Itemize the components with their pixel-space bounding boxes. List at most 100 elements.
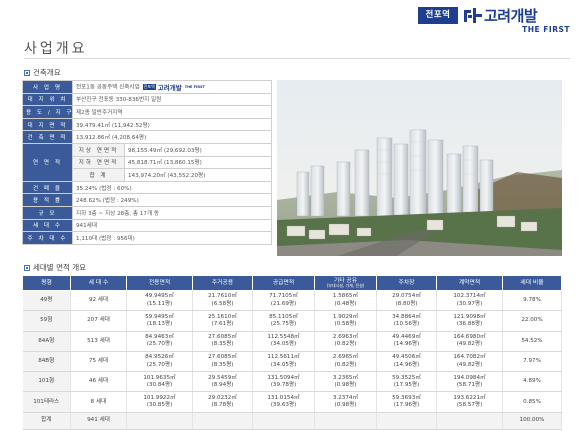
- area-cell: 49.9495㎡ (15.11평): [126, 290, 193, 312]
- overview-value: 941세대: [72, 218, 272, 233]
- unit-type-cell: 84B형: [22, 351, 71, 373]
- overview-row: 주 차 대 수 1,110대 (법정 : 956대): [22, 231, 272, 245]
- overview-value: 143,974.20㎡ (43,552.20평): [124, 168, 272, 182]
- area-cell: 59.3525㎡ (17.95평): [376, 371, 437, 393]
- units-section-label: 세대별 면적 개요: [24, 262, 86, 273]
- area-sqm: 59.3525㎡: [392, 374, 421, 381]
- area-sqm: 49.4506㎡: [392, 354, 421, 361]
- overview-row: 대 지 위 치 부산진구 전포동 330-836번지 일원: [22, 92, 272, 107]
- area-pyeong: (8.94평): [211, 381, 234, 388]
- area-pyeong: (18.13평): [146, 320, 173, 327]
- area-cell: 194.0984㎡ (58.71평): [436, 371, 503, 393]
- area-pyeong: (8.35평): [211, 361, 234, 368]
- empty-cell: [314, 412, 377, 430]
- complex-rendering-image: [277, 80, 562, 256]
- overview-key: 용 적 률: [22, 193, 73, 207]
- overview-value: 부산진구 전포동 330-836번지 일원: [72, 92, 272, 107]
- area-sqm: 29.5459㎡: [208, 374, 237, 381]
- unit-area-table: 평형 세 대 수 전용면적 주거공용 공급면적 기타 공유 (부대시설, 기계, …: [22, 275, 562, 430]
- area-cell: 59.3693㎡ (17.96평): [376, 391, 437, 413]
- overview-subkey: 합 계: [72, 168, 125, 182]
- unit-type-cell: 49평: [22, 290, 71, 312]
- area-sqm: 102.3714㎡: [453, 293, 486, 300]
- area-sqm: 21.7610㎡: [208, 293, 237, 300]
- overview-key: 규 모: [22, 205, 73, 220]
- area-cell: 59.9495㎡ (18.13평): [126, 310, 193, 332]
- overview-key: 대 지 면 적: [22, 117, 73, 132]
- column-header: 계약면적: [436, 275, 503, 291]
- total-label-cell: 합계: [22, 412, 71, 430]
- unit-ratio-cell: 54.52%: [502, 331, 562, 352]
- table-row: 84A형 513 세대 84.9463㎡ (25.70평) 27.6085㎡ (8.35평…: [22, 331, 562, 352]
- area-cell: 84.9463㎡ (25.70평): [126, 331, 193, 352]
- area-sqm: 85.1105㎡: [269, 313, 298, 320]
- table-row: 101형 46 세대 101.9635㎡ (30.84평) 29.5459㎡ (8.94평…: [22, 371, 562, 393]
- overview-value: 13,912.86㎡ (4,208.64평): [72, 130, 272, 144]
- bullet-square-icon: [24, 264, 30, 271]
- brand-mark-icon: [464, 8, 482, 23]
- area-pyeong: (30.84평): [146, 381, 173, 388]
- area-cell: 101.9922㎡ (30.85평): [126, 391, 193, 413]
- area-sqm: 194.0984㎡: [453, 374, 486, 381]
- column-header: 기타 공유 (부대시설, 기계, 전실): [314, 275, 377, 291]
- area-pyeong: (0.82평): [334, 341, 357, 348]
- mini-logo: 전포역 고려개발 THE FIRST: [142, 82, 205, 92]
- area-pyeong: (34.05평): [270, 361, 297, 368]
- overview-row: 건 축 면 적 13,912.86㎡ (4,208.64평): [22, 130, 272, 144]
- area-pyeong: (0.82평): [334, 361, 357, 368]
- column-header-sub: (부대시설, 기계, 전실): [326, 282, 365, 288]
- area-sqm: 29.0754㎡: [392, 293, 421, 300]
- empty-cell: [126, 412, 193, 430]
- area-cell: 29.5459㎡ (8.94평): [192, 371, 253, 393]
- area-cell: 85.1105㎡ (25.75평): [252, 310, 315, 332]
- title-divider: [24, 58, 570, 59]
- column-header: 세대 비율: [502, 275, 562, 291]
- units-section-text: 세대별 면적 개요: [33, 263, 87, 272]
- area-cell: 27.6085㎡ (8.35평): [192, 331, 253, 352]
- area-pyeong: (49.82평): [456, 341, 483, 348]
- area-sqm: 131.5094㎡: [267, 374, 300, 381]
- empty-cell: [252, 412, 315, 430]
- area-sqm: 49.9495㎡: [145, 293, 174, 300]
- total-ratio-cell: 100.00%: [502, 412, 562, 430]
- table-row: 84B형 75 세대 84.9526㎡ (25.70평) 27.6085㎡ (8.35평)…: [22, 351, 562, 373]
- overview-key: 주 차 대 수: [22, 231, 73, 245]
- overview-row: 용 적 률 248.62% (법정 : 249%): [22, 193, 272, 207]
- area-cell: 84.9526㎡ (25.70평): [126, 351, 193, 373]
- overview-key: 건 폐 율: [22, 180, 73, 195]
- area-cell: 193.6221㎡ (58.57평): [436, 391, 503, 413]
- area-pyeong: (7.61평): [211, 320, 234, 327]
- unit-count-cell: 8 세대: [70, 391, 127, 413]
- area-pyeong: (15.11평): [146, 300, 173, 307]
- area-cell: 3.2365㎡ (0.98평): [314, 371, 377, 393]
- area-cell: 131.5094㎡ (39.78평): [252, 371, 315, 393]
- mini-logo-name: 고려개발: [157, 83, 182, 92]
- area-pyeong: (30.85평): [146, 402, 173, 409]
- unit-count-cell: 207 세대: [70, 310, 127, 332]
- overview-value: 39,479.41㎡ (11,942.52평): [72, 117, 272, 132]
- area-pyeong: (0.98평): [334, 381, 357, 388]
- unit-count-cell: 46 세대: [70, 371, 127, 393]
- unit-count-cell: 92 세대: [70, 290, 127, 312]
- area-pyeong: (25.70평): [146, 341, 173, 348]
- overview-value: 제2종 일반주거지역: [72, 105, 272, 119]
- area-sqm: 101.9635㎡: [143, 374, 176, 381]
- area-sqm: 164.7082㎡: [453, 354, 486, 361]
- area-cell: 71.7105㎡ (21.69평): [252, 290, 315, 312]
- unit-count-cell: 75 세대: [70, 351, 127, 373]
- unit-type-cell: 101형: [22, 371, 71, 393]
- area-pyeong: (6.58평): [211, 300, 234, 307]
- area-sqm: 27.6085㎡: [208, 354, 237, 361]
- overview-row: 사 업 명 전포1동 공동주택 신축사업 전포역 고려개발 THE FIRST: [22, 80, 272, 94]
- overview-key: 세 대 수: [22, 218, 73, 233]
- area-sqm: 59.9495㎡: [145, 313, 174, 320]
- area-sqm: 112.5611㎡: [267, 354, 300, 361]
- unit-type-cell: 101테라스: [22, 391, 71, 413]
- overview-key: 용 도 / 지 구: [22, 105, 73, 119]
- area-pyeong: (58.57평): [456, 402, 483, 409]
- area-cell: 164.7082㎡ (49.82평): [436, 351, 503, 373]
- overview-row: 연 면 적 지상 연면적 98,155.49㎡ (29,692.03평): [22, 142, 272, 182]
- area-cell: 21.7610㎡ (6.58평): [192, 290, 253, 312]
- area-cell: 29.0232㎡ (8.78평): [192, 391, 253, 413]
- area-pyeong: (34.05평): [270, 341, 297, 348]
